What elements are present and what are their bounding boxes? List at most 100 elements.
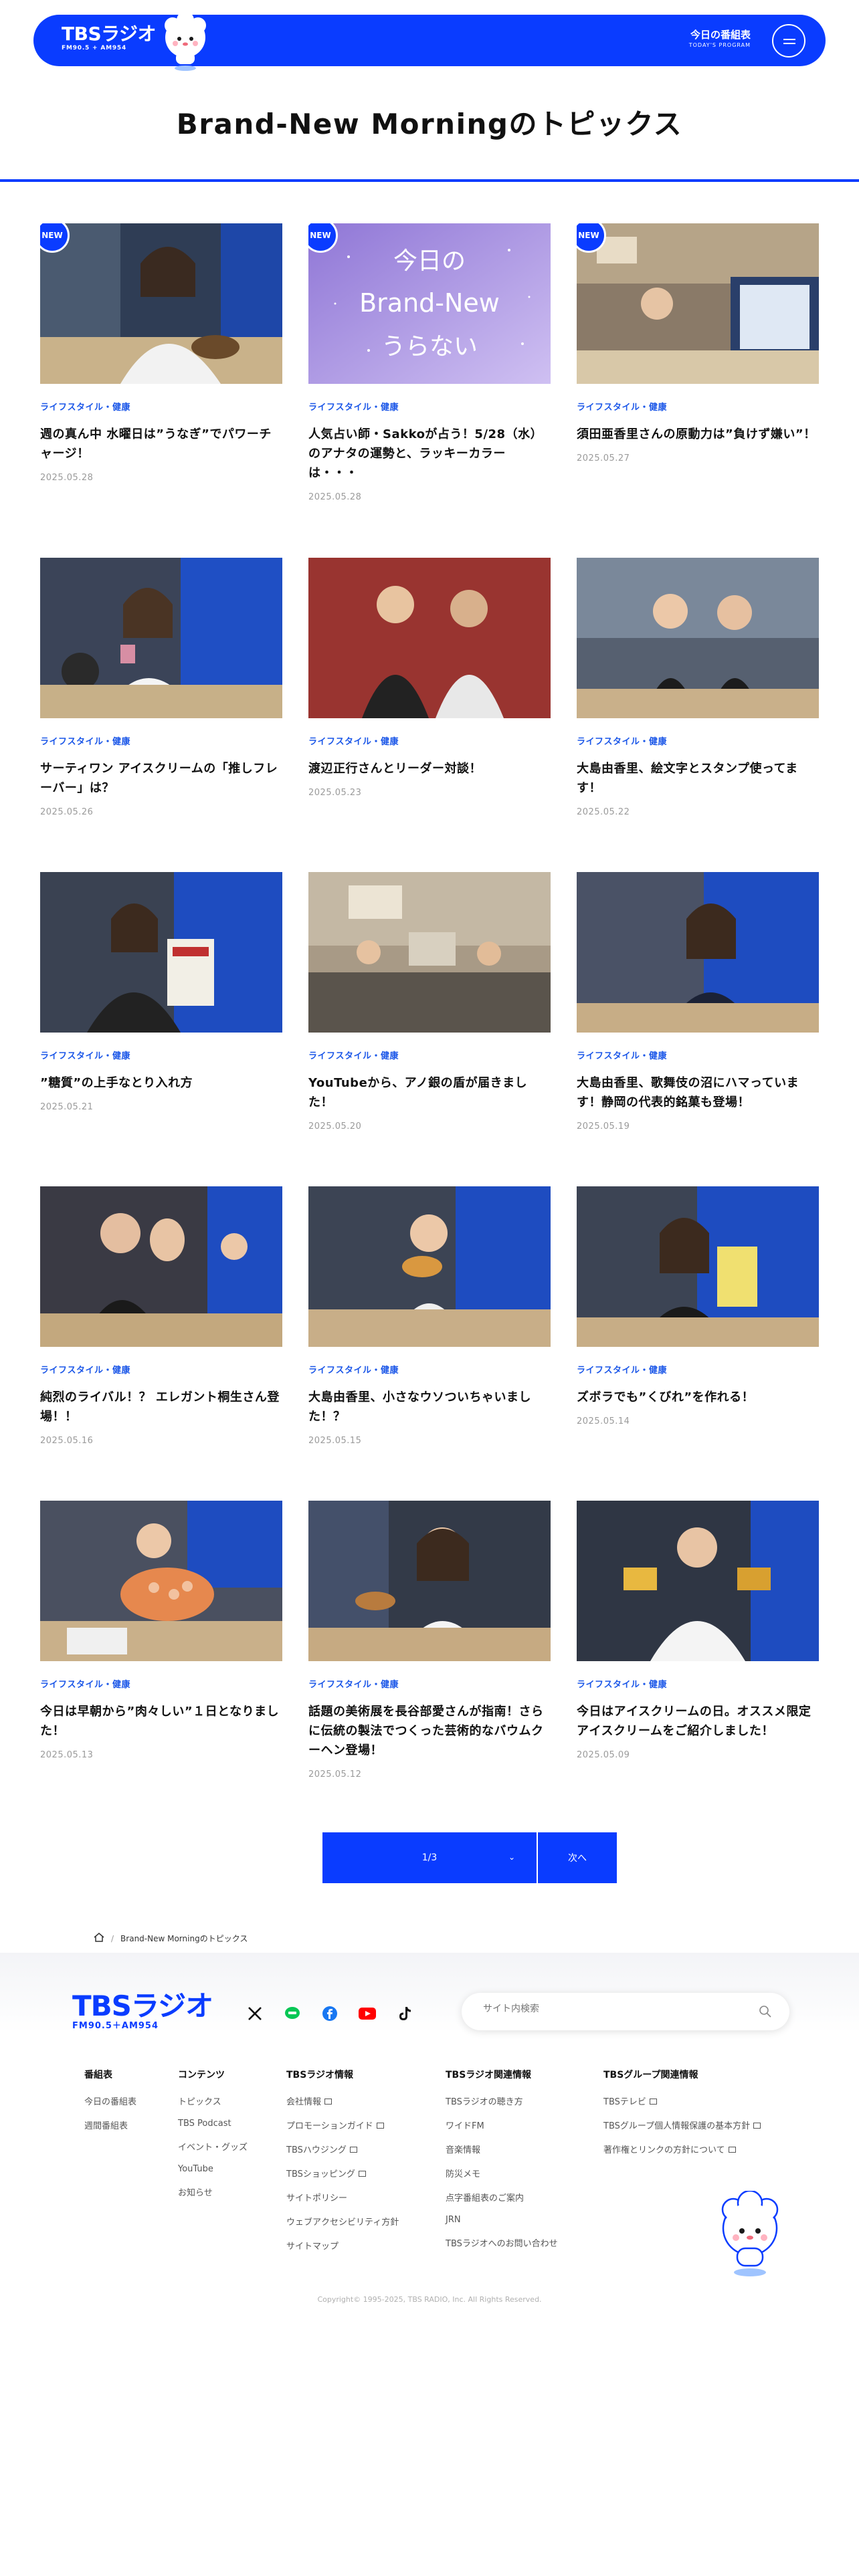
- article-category[interactable]: ライフスタイル・健康: [308, 1049, 551, 1061]
- article-thumbnail[interactable]: [308, 558, 551, 718]
- article-card[interactable]: ライフスタイル・健康 話題の美術展を長谷部愛さんが指南！さらに伝統の製法でつくっ…: [308, 1501, 551, 1780]
- article-title[interactable]: ”糖質”の上手なとり入れ方: [40, 1073, 282, 1093]
- article-category[interactable]: ライフスタイル・健康: [308, 1677, 551, 1690]
- footer-link[interactable]: TBS Podcast: [178, 2119, 248, 2129]
- article-card[interactable]: 今日の Brand-New うらない NEW ライフスタイル・健康 人気占い師・…: [308, 223, 551, 502]
- article-thumbnail[interactable]: [577, 1501, 819, 1661]
- article-card[interactable]: ライフスタイル・健康 YouTubeから、アノ銀の盾が届きました！ 2025.0…: [308, 872, 551, 1132]
- article-card[interactable]: ライフスタイル・健康 今日はアイスクリームの日。オススメ限定アイスクリームをご紹…: [577, 1501, 819, 1760]
- footer-link[interactable]: 今日の番組表: [84, 2095, 136, 2107]
- article-card[interactable]: ライフスタイル・健康 大島由香里、歌舞伎の沼にハマっています！静岡の代表的銘菓も…: [577, 872, 819, 1132]
- article-category[interactable]: ライフスタイル・健康: [577, 1049, 819, 1061]
- footer-link[interactable]: TBSラジオの聴き方: [446, 2095, 558, 2107]
- article-thumbnail[interactable]: 今日の Brand-New うらない NEW: [308, 223, 551, 384]
- article-title[interactable]: 純烈のライバル！？ エレガント桐生さん登場！！: [40, 1388, 282, 1426]
- article-thumbnail[interactable]: [577, 872, 819, 1033]
- article-card[interactable]: ライフスタイル・健康 今日は早朝から”肉々しい”１日となりました！ 2025.0…: [40, 1501, 282, 1760]
- article-category[interactable]: ライフスタイル・健康: [577, 400, 819, 413]
- article-title[interactable]: 週の真ん中 水曜日は”うなぎ”でパワーチャージ！: [40, 425, 282, 463]
- line-icon[interactable]: [284, 2005, 301, 2022]
- search-icon[interactable]: [759, 2005, 772, 2021]
- article-thumbnail[interactable]: [40, 1186, 282, 1347]
- article-thumbnail[interactable]: [308, 1186, 551, 1347]
- footer-link[interactable]: TBSハウジング: [286, 2143, 399, 2155]
- footer-link[interactable]: JRN: [446, 2215, 558, 2225]
- article-category[interactable]: ライフスタイル・健康: [577, 1677, 819, 1690]
- next-page-button[interactable]: 次へ: [537, 1832, 617, 1883]
- x-icon[interactable]: [246, 2005, 264, 2022]
- page-select[interactable]: 1/3 ⌄: [322, 1832, 537, 1883]
- article-category[interactable]: ライフスタイル・健康: [40, 400, 282, 413]
- footer-link[interactable]: TBSラジオへのお問い合わせ: [446, 2236, 558, 2249]
- tbs-radio-logo[interactable]: TBSラジオ FM90.5 + AM954: [62, 24, 157, 52]
- article-thumbnail[interactable]: [577, 558, 819, 718]
- footer-link[interactable]: 防災メモ: [446, 2167, 558, 2179]
- site-search-input[interactable]: [483, 2004, 737, 2014]
- facebook-icon[interactable]: [321, 2005, 339, 2022]
- article-title[interactable]: 大島由香里、歌舞伎の沼にハマっています！静岡の代表的銘菓も登場！: [577, 1073, 819, 1112]
- article-category[interactable]: ライフスタイル・健康: [40, 734, 282, 747]
- article-category[interactable]: ライフスタイル・健康: [40, 1049, 282, 1061]
- article-thumbnail[interactable]: [40, 872, 282, 1033]
- article-card[interactable]: ライフスタイル・健康 純烈のライバル！？ エレガント桐生さん登場！！ 2025.…: [40, 1186, 282, 1446]
- footer-link[interactable]: TBSテレビ: [603, 2095, 761, 2107]
- article-card[interactable]: ライフスタイル・健康 大島由香里、小さなウソついちゃいました！？ 2025.05…: [308, 1186, 551, 1446]
- footer-link[interactable]: YouTube: [178, 2164, 248, 2174]
- article-thumbnail[interactable]: [40, 558, 282, 718]
- article-thumbnail[interactable]: [308, 1501, 551, 1661]
- article-thumbnail[interactable]: NEW: [577, 223, 819, 384]
- article-title[interactable]: サーティワン アイスクリームの「推しフレーバー」は？: [40, 759, 282, 798]
- article-title[interactable]: 大島由香里、小さなウソついちゃいました！？: [308, 1388, 551, 1426]
- footer-link[interactable]: 点字番組表のご案内: [446, 2191, 558, 2204]
- article-card[interactable]: ライフスタイル・健康 大島由香里、絵文字とスタンプ使ってます！ 2025.05.…: [577, 558, 819, 817]
- article-card[interactable]: ライフスタイル・健康 ズボラでも”くびれ”を作れる！ 2025.05.14: [577, 1186, 819, 1426]
- article-thumbnail[interactable]: [40, 1501, 282, 1661]
- article-thumbnail[interactable]: [308, 872, 551, 1033]
- article-title[interactable]: 今日は早朝から”肉々しい”１日となりました！: [40, 1702, 282, 1741]
- article-category[interactable]: ライフスタイル・健康: [577, 1363, 819, 1376]
- footer-link[interactable]: トピックス: [178, 2095, 248, 2107]
- footer-link[interactable]: お知らせ: [178, 2185, 248, 2198]
- article-card[interactable]: NEW ライフスタイル・健康 週の真ん中 水曜日は”うなぎ”でパワーチャージ！ …: [40, 223, 282, 483]
- article-thumbnail[interactable]: [577, 1186, 819, 1347]
- article-category[interactable]: ライフスタイル・健康: [308, 1363, 551, 1376]
- article-category[interactable]: ライフスタイル・健康: [577, 734, 819, 747]
- article-date: 2025.05.16: [40, 1436, 94, 1446]
- article-title[interactable]: 話題の美術展を長谷部愛さんが指南！さらに伝統の製法でつくった芸術的なバウムクーヘ…: [308, 1702, 551, 1760]
- article-title[interactable]: 人気占い師・Sakkoが占う！5/28（水）のアナタの運勢と、ラッキーカラーは・…: [308, 425, 551, 483]
- home-icon[interactable]: [94, 1933, 104, 1944]
- article-title[interactable]: ズボラでも”くびれ”を作れる！: [577, 1388, 819, 1407]
- breadcrumb: / Brand-New Morningのトピックス: [94, 1933, 248, 1944]
- footer-link[interactable]: 会社情報: [286, 2095, 399, 2107]
- youtube-icon[interactable]: [359, 2005, 376, 2022]
- footer-link[interactable]: イベント・グッズ: [178, 2140, 248, 2153]
- footer-link[interactable]: サイトマップ: [286, 2239, 399, 2252]
- footer-link[interactable]: プロモーションガイド: [286, 2119, 399, 2131]
- footer-link[interactable]: ウェブアクセシビリティ方針: [286, 2215, 399, 2228]
- article-title[interactable]: 今日はアイスクリームの日。オススメ限定アイスクリームをご紹介しました！: [577, 1702, 819, 1741]
- footer-link[interactable]: 音楽情報: [446, 2143, 558, 2155]
- footer-link[interactable]: 著作権とリンクの方針について: [603, 2143, 761, 2155]
- footer-link[interactable]: TBSグループ個人情報保護の基本方針: [603, 2119, 761, 2131]
- menu-button[interactable]: [772, 24, 805, 58]
- article-category[interactable]: ライフスタイル・健康: [40, 1677, 282, 1690]
- today-program-link[interactable]: 今日の番組表 TODAY'S PROGRAM: [689, 28, 751, 49]
- article-card[interactable]: ライフスタイル・健康 ”糖質”の上手なとり入れ方 2025.05.21: [40, 872, 282, 1112]
- article-title[interactable]: YouTubeから、アノ銀の盾が届きました！: [308, 1073, 551, 1112]
- article-card[interactable]: ライフスタイル・健康 渡辺正行さんとリーダー対談！ 2025.05.23: [308, 558, 551, 798]
- footer-link[interactable]: サイトポリシー: [286, 2191, 399, 2204]
- article-thumbnail[interactable]: NEW: [40, 223, 282, 384]
- footer-link[interactable]: TBSショッピング: [286, 2167, 399, 2179]
- article-category[interactable]: ライフスタイル・健康: [40, 1363, 282, 1376]
- article-category[interactable]: ライフスタイル・健康: [308, 400, 551, 413]
- footer-link[interactable]: ワイドFM: [446, 2119, 558, 2131]
- article-title[interactable]: 須田亜香里さんの原動力は”負けず嫌い”！: [577, 425, 819, 444]
- tiktok-icon[interactable]: [396, 2005, 413, 2022]
- article-card[interactable]: ライフスタイル・健康 サーティワン アイスクリームの「推しフレーバー」は？ 20…: [40, 558, 282, 817]
- article-title[interactable]: 大島由香里、絵文字とスタンプ使ってます！: [577, 759, 819, 798]
- footer-logo[interactable]: TBSラジオ FM90.5＋AM954: [72, 1992, 213, 2032]
- footer-link[interactable]: 週間番組表: [84, 2119, 136, 2131]
- article-category[interactable]: ライフスタイル・健康: [308, 734, 551, 747]
- article-title[interactable]: 渡辺正行さんとリーダー対談！: [308, 759, 551, 778]
- article-card[interactable]: NEW ライフスタイル・健康 須田亜香里さんの原動力は”負けず嫌い”！ 2025…: [577, 223, 819, 463]
